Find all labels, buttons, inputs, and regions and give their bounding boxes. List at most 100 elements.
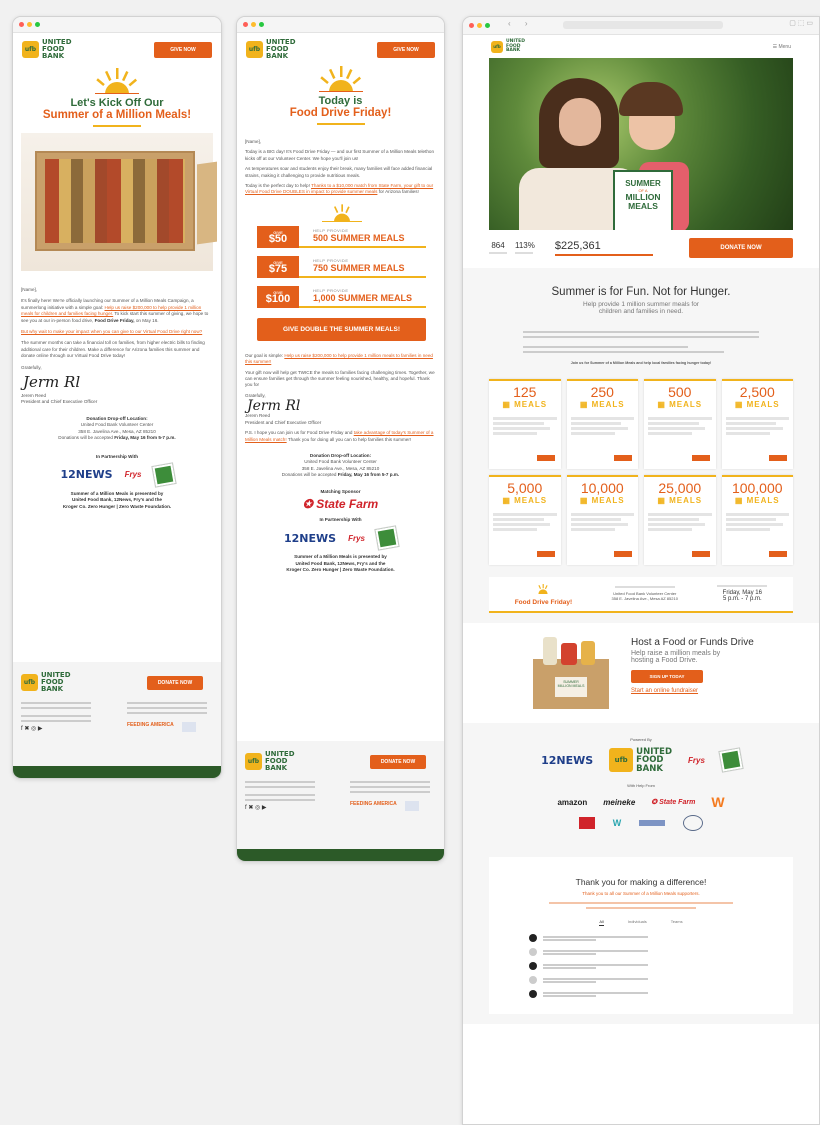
meal-option-card[interactable]: 5,000 ▦ MEALS [489, 474, 561, 565]
logo-line: BANK [636, 763, 663, 774]
fdf-location: 358 E. Javelina Ave., Mesa AZ 85210 [611, 596, 678, 601]
email-window-2: ufb UNITED FOOD BANK GIVE NOW Today is Foo… [236, 16, 445, 862]
maximize-dot-icon[interactable] [259, 22, 264, 27]
whataburger-logo-icon[interactable]: W [711, 794, 724, 810]
social-icons[interactable]: f ✖ ◎ ▶ [21, 725, 91, 732]
donate-meal-button[interactable] [769, 550, 787, 557]
site-logo[interactable]: ufb UNITED FOOD BANK [491, 39, 525, 54]
badge-text: SUMMER [625, 178, 661, 188]
salutation: [Name], [245, 139, 262, 144]
paragraph-1: It's finally here! We're officially laun… [21, 298, 213, 324]
12news-logo[interactable]: 12NEWS [61, 468, 113, 481]
meal-option-card[interactable]: 250 ▦ MEALS [566, 378, 638, 469]
tab-teams[interactable]: Teams [671, 919, 683, 926]
food-box-image [21, 133, 217, 271]
zero-hunger-logo[interactable] [375, 526, 399, 550]
donate-meal-button[interactable] [536, 550, 555, 557]
feeding-america-logo[interactable]: FEEDING AMERICA [127, 722, 174, 732]
supporter-row [529, 962, 753, 970]
meineke-logo[interactable]: meineke [603, 798, 635, 807]
meal-icon: ▦ [579, 495, 589, 505]
meal-option-card[interactable]: 100,000 ▦ MEALS [721, 474, 793, 565]
donate-meal-button[interactable] [769, 454, 787, 461]
united-food-bank-logo[interactable]: ufb UNITED FOOD BANK [609, 747, 672, 774]
donate-meal-button[interactable] [614, 550, 632, 557]
summer-million-meals-badge: SUMMER OF A MILLION MEALS [613, 169, 673, 230]
social-icons[interactable]: f ✖ ◎ ▶ [245, 804, 315, 811]
sun-icon [318, 66, 363, 92]
donate-meal-button[interactable] [691, 550, 710, 557]
state-farm-logo[interactable]: ✪ State Farm [651, 798, 695, 806]
frys-logo[interactable]: Frys [125, 470, 142, 479]
meal-option-card[interactable]: 25,000 ▦ MEALS [644, 474, 716, 565]
avatar [529, 934, 537, 942]
meal-option-card[interactable]: 125 ▦ MEALS [489, 378, 561, 469]
meal-label: ▦ MEALS [734, 399, 780, 409]
logo-badge-icon: ufb [21, 674, 38, 691]
maximize-dot-icon[interactable] [485, 23, 490, 28]
copyright-band [13, 766, 221, 778]
12news-logo[interactable]: 12NEWS [284, 532, 336, 545]
close-dot-icon[interactable] [19, 22, 24, 27]
give-tier-100[interactable]: GIVE $100 HELP PROVIDE 1,000 SUMMER MEALS [257, 285, 426, 308]
back-forward-icons[interactable]: ‹ › [508, 19, 534, 28]
browser-actions-icons[interactable]: ▢ ⬚ ▭ [789, 19, 813, 27]
give-now-button[interactable]: GIVE NOW [377, 41, 435, 58]
sign-up-button[interactable]: SIGN UP TODAY [631, 669, 703, 683]
donate-now-button[interactable]: DONATE NOW [370, 754, 426, 769]
headline-line-2: Summer of a Million Meals! [42, 109, 192, 121]
url-bar[interactable] [563, 21, 723, 29]
amazon-logo[interactable]: amazon [557, 798, 587, 807]
12news-logo[interactable]: 12NEWS [541, 754, 593, 767]
zero-hunger-logo[interactable] [719, 748, 743, 772]
minimize-dot-icon[interactable] [27, 22, 32, 27]
feeding-america-logo[interactable]: FEEDING AMERICA [350, 801, 397, 811]
sponsor-logo-circle[interactable] [683, 815, 704, 831]
close-dot-icon[interactable] [243, 22, 248, 27]
virtual-food-drive-link[interactable]: But why wait to make your impact when yo… [21, 329, 202, 334]
state-farm-logo[interactable]: ✪ State Farm [245, 497, 436, 511]
intro-heading: Summer is for Fun. Not for Hunger. [551, 285, 731, 298]
zero-hunger-logo[interactable] [151, 463, 176, 487]
united-food-bank-logo[interactable]: ufb UNITED FOOD BANK [22, 39, 72, 60]
united-food-bank-logo[interactable]: ufb UNITED FOOD BANK [246, 39, 296, 60]
give-tier-75[interactable]: GIVE $75 HELP PROVIDE 750 SUMMER MEALS [257, 255, 426, 278]
sponsor-logo-blue[interactable] [639, 820, 666, 826]
browser-titlebar: ‹ › ▢ ⬚ ▭ [463, 17, 819, 35]
meal-option-card[interactable]: 10,000 ▦ MEALS [566, 474, 638, 565]
sponsor-logo-red[interactable] [578, 817, 595, 829]
meal-count: 2,500 [739, 383, 775, 400]
give-now-button[interactable]: GIVE NOW [154, 41, 212, 58]
signer-title: President and Chief Executive Officer [21, 399, 98, 405]
logo-line: BANK [506, 48, 521, 53]
close-dot-icon[interactable] [469, 23, 474, 28]
frys-logo[interactable]: Frys [688, 756, 705, 765]
tab-all[interactable]: All [599, 919, 604, 926]
meal-option-card[interactable]: 2,500 ▦ MEALS [721, 378, 793, 469]
menu-button[interactable]: ☰ Menu [773, 44, 791, 50]
minimize-dot-icon[interactable] [251, 22, 256, 27]
donate-meal-button[interactable] [536, 454, 555, 461]
donate-now-button[interactable]: DONATE NOW [689, 237, 793, 258]
paragraph-4: Our goal is simple: Help us raise $200,0… [245, 352, 433, 365]
headline-line-2: Food Drive Friday! [289, 107, 392, 119]
give-tier-50[interactable]: GIVE $50 HELP PROVIDE 500 SUMMER MEALS [257, 225, 426, 248]
donate-now-button[interactable]: DONATE NOW [147, 675, 203, 690]
donate-meal-button[interactable] [614, 454, 632, 461]
meal-count: 25,000 [658, 479, 702, 496]
give-double-button[interactable]: GIVE DOUBLE THE SUMMER MEALS! [257, 317, 426, 341]
dropoff-line: Donations will be accepted Friday, May 1… [58, 435, 176, 441]
start-fundraiser-link[interactable]: Start an online fundraiser [631, 688, 754, 694]
signature: Jerm Rl [247, 398, 301, 415]
sponsor-logo-teal-icon[interactable]: W [613, 818, 622, 828]
footer-logo[interactable]: ufb UNITED FOOD BANK [21, 672, 71, 693]
footer-logo[interactable]: ufb UNITED FOOD BANK [245, 751, 295, 772]
donate-meal-button[interactable] [691, 454, 710, 461]
maximize-dot-icon[interactable] [35, 22, 40, 27]
hero-image: SUMMER OF A MILLION MEALS [489, 57, 793, 230]
meal-option-card[interactable]: 500 ▦ MEALS [644, 378, 716, 469]
frys-logo[interactable]: Frys [348, 534, 365, 543]
minimize-dot-icon[interactable] [477, 23, 482, 28]
meal-label: ▦ MEALS [579, 399, 625, 409]
tab-individuals[interactable]: Individuals [628, 919, 647, 926]
